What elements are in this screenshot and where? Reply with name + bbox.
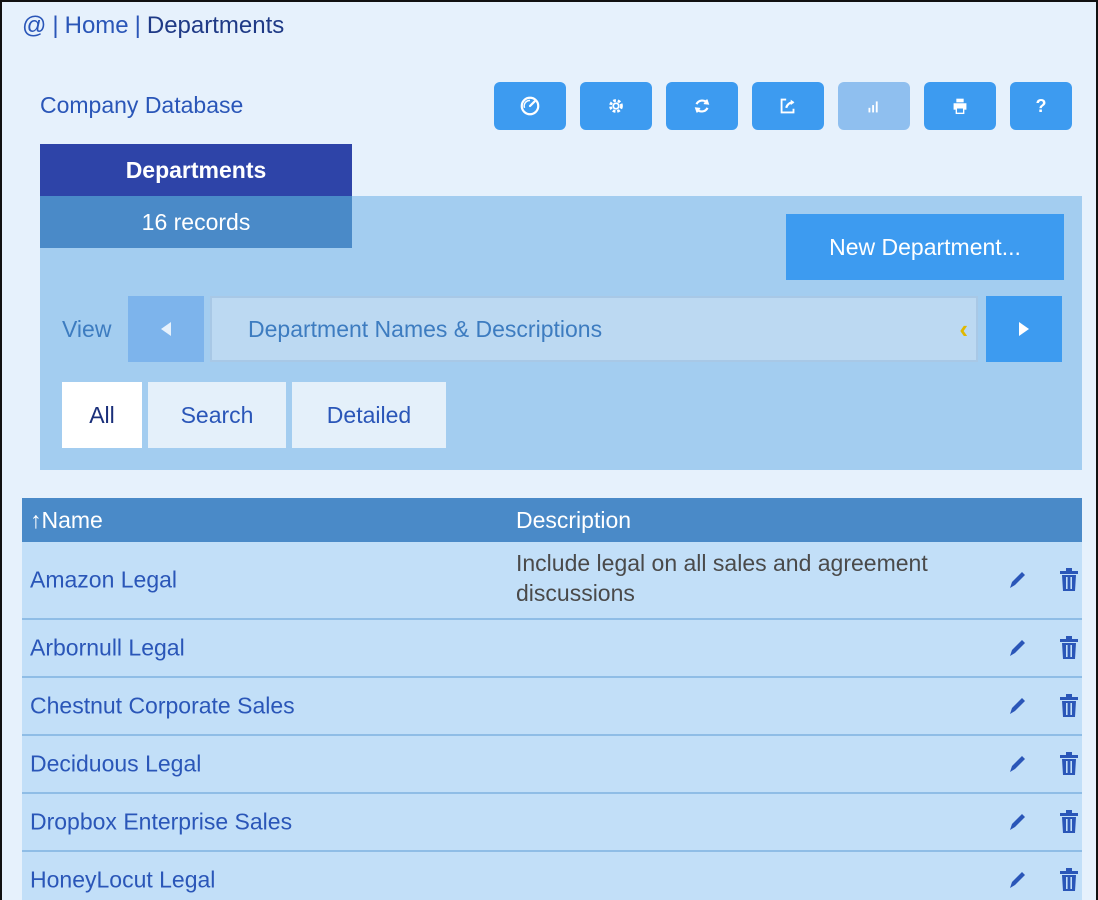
triangle-left-icon <box>161 322 171 336</box>
trash-icon[interactable] <box>1058 810 1080 834</box>
view-next-button[interactable] <box>986 296 1062 362</box>
filter-detailed-button[interactable]: Detailed <box>292 382 446 448</box>
edit-icon[interactable] <box>1006 869 1028 891</box>
view-label: View <box>62 316 112 342</box>
filter-search-button[interactable]: Search <box>148 382 286 448</box>
column-header-description[interactable]: Description <box>516 507 631 534</box>
edit-icon[interactable] <box>1006 695 1028 717</box>
triangle-right-icon <box>1019 322 1029 336</box>
department-name-link[interactable]: Deciduous Legal <box>30 751 201 778</box>
help-icon: ? <box>1035 95 1047 116</box>
export-icon <box>780 98 795 114</box>
breadcrumb-current: Departments <box>146 12 285 39</box>
record-count: 16 records <box>40 196 352 248</box>
help-button[interactable]: ? <box>1010 82 1072 130</box>
departments-table: ↑Name Description Amazon Legal Include l… <box>22 498 1082 900</box>
print-button[interactable] <box>924 82 996 130</box>
trash-icon[interactable] <box>1058 568 1080 592</box>
view-previous-button[interactable] <box>128 296 204 362</box>
toolbar: ? <box>494 82 1072 130</box>
department-name-link[interactable]: Dropbox Enterprise Sales <box>30 809 292 836</box>
table-row: Deciduous Legal <box>22 736 1082 794</box>
department-name-link[interactable]: Chestnut Corporate Sales <box>30 693 295 720</box>
department-name-link[interactable]: Amazon Legal <box>30 567 177 594</box>
gauge-icon <box>520 96 540 116</box>
edit-icon[interactable] <box>1006 811 1028 833</box>
print-icon <box>953 98 967 115</box>
trash-icon[interactable] <box>1058 868 1080 892</box>
column-header-name[interactable]: ↑Name <box>30 507 103 534</box>
table-row: Amazon Legal Include legal on all sales … <box>22 542 1082 620</box>
chart-icon <box>868 101 878 113</box>
table-row: Arbornull Legal <box>22 620 1082 678</box>
settings-button[interactable] <box>580 82 652 130</box>
table-row: HoneyLocut Legal <box>22 852 1082 900</box>
trash-icon[interactable] <box>1058 694 1080 718</box>
breadcrumb-separator: | <box>52 12 59 39</box>
refresh-icon <box>694 99 710 113</box>
chevron-left-icon: ‹ <box>959 314 968 344</box>
breadcrumb-separator: | <box>134 12 141 39</box>
breadcrumb: @ | Home | Departments <box>22 12 284 40</box>
edit-icon[interactable] <box>1006 569 1028 591</box>
refresh-button[interactable] <box>666 82 738 130</box>
trash-icon[interactable] <box>1058 752 1080 776</box>
table-header: ↑Name Description <box>22 498 1082 542</box>
view-current: Department Names & Descriptions <box>248 315 603 342</box>
app-frame: @|Home|Departments Company Database <box>0 0 1098 900</box>
dashboard-button[interactable] <box>494 82 566 130</box>
gear-icon <box>609 99 623 113</box>
breadcrumb-home[interactable]: Home <box>65 12 129 39</box>
trash-icon[interactable] <box>1058 636 1080 660</box>
department-name-link[interactable]: HoneyLocut Legal <box>30 867 215 894</box>
breadcrumb-root[interactable]: @ <box>22 12 46 39</box>
tab-departments[interactable]: Departments <box>40 144 352 196</box>
new-department-button[interactable]: New Department... <box>786 214 1064 280</box>
table-row: Dropbox Enterprise Sales <box>22 794 1082 852</box>
table-row: Chestnut Corporate Sales <box>22 678 1082 736</box>
database-title: Company Database <box>40 92 244 118</box>
filter-tabs: All Search Detailed <box>62 382 446 448</box>
edit-icon[interactable] <box>1006 637 1028 659</box>
control-panel: 16 records New Department... View Depart… <box>40 196 1082 470</box>
export-button[interactable] <box>752 82 824 130</box>
view-selector[interactable]: Department Names & Descriptions ‹ <box>210 296 978 362</box>
department-name-link[interactable]: Arbornull Legal <box>30 635 185 662</box>
department-description: Include legal on all sales and agreement… <box>516 550 928 606</box>
edit-icon[interactable] <box>1006 753 1028 775</box>
filter-all-button[interactable]: All <box>62 382 142 448</box>
chart-button[interactable] <box>838 82 910 130</box>
